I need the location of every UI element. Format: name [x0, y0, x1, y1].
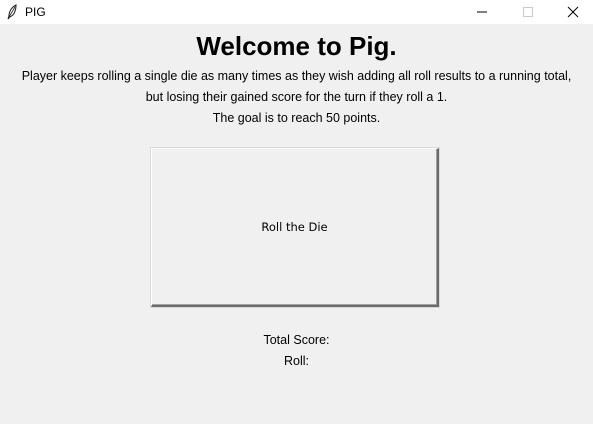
description-line-3: The goal is to reach 50 points.: [212, 111, 381, 125]
roll-die-button[interactable]: Roll the Die: [151, 148, 439, 307]
roll-die-button-label: Roll the Die: [261, 220, 328, 234]
description-line-1: Player keeps rolling a single die as man…: [21, 69, 572, 83]
page-title: Welcome to Pig.: [196, 31, 397, 61]
maximize-icon: [522, 7, 533, 17]
close-button[interactable]: [550, 0, 593, 24]
total-score-label: Total Score:: [263, 333, 330, 347]
minimize-button[interactable]: [459, 0, 504, 24]
maximize-button[interactable]: [505, 0, 550, 24]
minimize-icon: [476, 11, 487, 13]
description-line-2: but losing their gained score for the tu…: [145, 90, 448, 104]
feather-icon: [7, 4, 17, 20]
roll-label: Roll:: [283, 354, 309, 368]
title-bar[interactable]: PIG: [0, 0, 593, 24]
close-icon: [567, 6, 578, 18]
app-window: PIG Welcome to Pig. Player keeps rolling…: [0, 0, 593, 424]
window-title: PIG: [25, 5, 46, 19]
